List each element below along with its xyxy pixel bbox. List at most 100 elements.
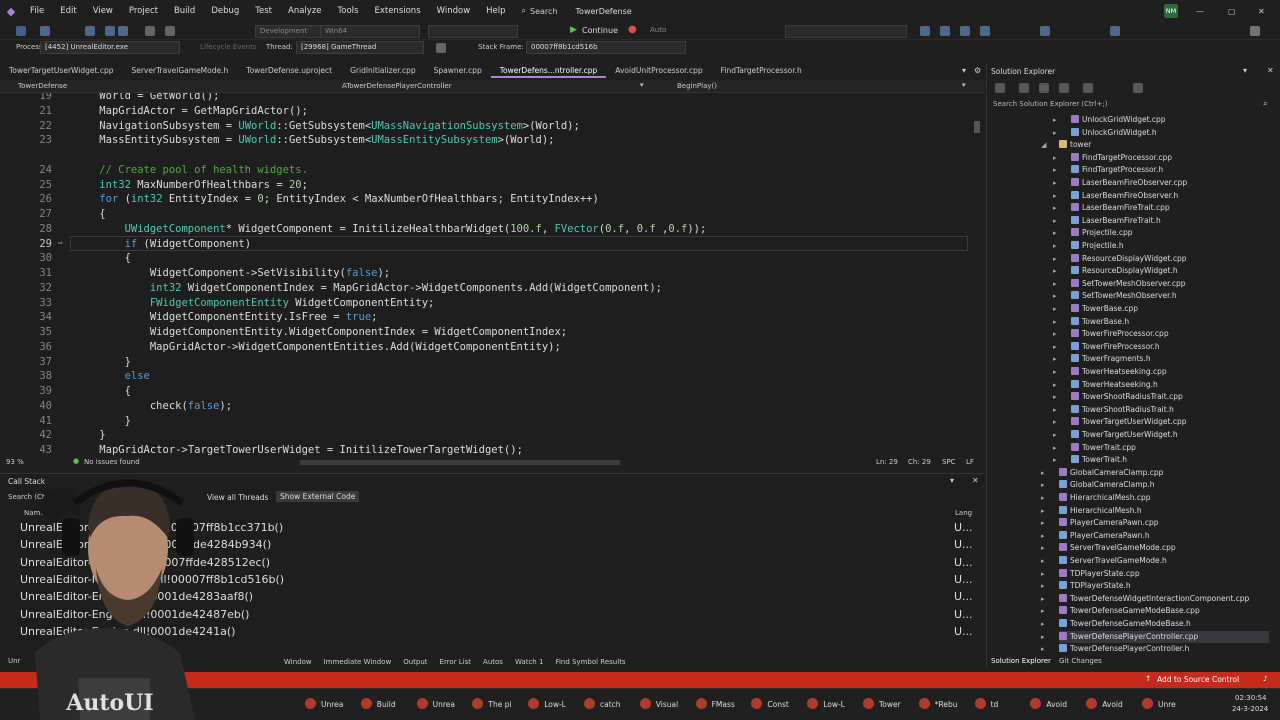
tree-item[interactable]: ▸ LaserBeamFireTrait.h — [1053, 215, 1161, 227]
taskbar-app[interactable]: Unrea — [305, 698, 343, 712]
panel-close-icon[interactable]: ✕ — [1267, 66, 1274, 75]
tree-item[interactable]: ▸ TowerDefenseGameModeBase.h — [1041, 618, 1191, 630]
expand-chevron-icon[interactable]: ▸ — [1041, 530, 1045, 542]
expand-chevron-icon[interactable]: ▸ — [1053, 278, 1057, 290]
code-line[interactable]: MapGridActor = GetMapGridActor(); — [74, 105, 308, 117]
code-line[interactable]: NavigationSubsystem = UWorld::GetSubsyst… — [74, 120, 580, 132]
document-tab[interactable]: AvoidUnitProcessor.cpp — [606, 64, 711, 78]
tree-item[interactable]: ▸ Projectile.h — [1053, 240, 1124, 252]
menu-window[interactable]: Window — [429, 0, 479, 22]
expand-chevron-icon[interactable]: ▸ — [1041, 568, 1045, 580]
save-icon[interactable] — [105, 26, 115, 36]
tree-item[interactable]: ▸ ServerTravelGameMode.h — [1041, 555, 1167, 567]
code-line[interactable]: } — [74, 429, 105, 441]
home-icon[interactable] — [1019, 83, 1029, 93]
document-tab[interactable]: TowerDefens...ntroller.cpp — [490, 64, 607, 78]
scope-dropdown-icon[interactable]: ▾ — [640, 81, 644, 89]
code-line[interactable]: int32 WidgetComponentIndex = MapGridActo… — [74, 282, 662, 294]
tree-item[interactable]: ▸ LaserBeamFireObserver.cpp — [1053, 177, 1187, 189]
tool-tab[interactable]: Error List — [434, 658, 478, 666]
process-select[interactable]: [4452] UnrealEditor.exe — [40, 41, 180, 54]
taskbar-app[interactable]: The pi — [472, 698, 512, 712]
breakpoint-marker-icon[interactable]: ⇨ — [58, 238, 67, 247]
step-into-icon[interactable] — [940, 26, 950, 36]
auto-select[interactable]: Auto — [650, 26, 700, 34]
code-line[interactable]: WidgetComponent->SetVisibility(false); — [74, 267, 390, 279]
taskbar-app[interactable]: FMass — [695, 698, 735, 712]
tree-item[interactable]: ▸ TowerDefenseWidgetInteractionComponent.… — [1041, 593, 1249, 605]
add-source-control-button[interactable]: Add to Source Control — [1157, 675, 1239, 684]
expand-chevron-icon[interactable]: ▸ — [1041, 479, 1045, 491]
code-line[interactable]: { — [74, 208, 105, 220]
expand-chevron-icon[interactable]: ▸ — [1053, 215, 1057, 227]
tree-item[interactable]: ▸ TowerTrait.cpp — [1053, 442, 1136, 454]
expand-chevron-icon[interactable]: ▸ — [1041, 643, 1045, 654]
tree-item[interactable]: ▸ TowerFireProcessor.cpp — [1053, 328, 1169, 340]
tool-tab[interactable]: Autos — [477, 658, 509, 666]
step-out-icon[interactable] — [980, 26, 990, 36]
expand-chevron-icon[interactable]: ▸ — [1053, 127, 1057, 139]
thread-select[interactable]: [29968] GameThread — [296, 41, 424, 54]
expand-chevron-icon[interactable]: ▸ — [1041, 580, 1045, 592]
tab-git-changes[interactable]: Git Changes — [1059, 657, 1102, 665]
member-dropdown-icon[interactable]: ▾ — [962, 81, 966, 89]
member-scope-select[interactable]: BeginPlay() — [677, 82, 717, 90]
expand-chevron-icon[interactable]: ▸ — [1053, 202, 1057, 214]
expand-chevron-icon[interactable]: ▸ — [1053, 190, 1057, 202]
tree-item[interactable]: ▸ HierarchicalMesh.h — [1041, 505, 1142, 517]
tree-item[interactable]: ▸ TowerTrait.h — [1053, 454, 1127, 466]
tree-item[interactable]: ▸ LaserBeamFireObserver.h — [1053, 190, 1178, 202]
hot-reload-icon[interactable]: ● — [628, 24, 637, 35]
tree-item[interactable]: ▸ TowerShootRadiusTrait.cpp — [1053, 391, 1183, 403]
expand-chevron-icon[interactable]: ▸ — [1053, 391, 1057, 403]
bell-icon[interactable]: ♪ — [1263, 674, 1268, 683]
code-line[interactable]: } — [74, 356, 131, 368]
tools-icon[interactable] — [1040, 26, 1050, 36]
tree-item[interactable]: ▸ ResourceDisplayWidget.cpp — [1053, 253, 1186, 265]
taskbar-app[interactable]: Build — [360, 698, 396, 712]
tree-item[interactable]: ▸ GlobalCameraClamp.h — [1041, 479, 1154, 491]
tree-item[interactable]: ▸ TowerShootRadiusTrait.h — [1053, 404, 1174, 416]
tree-item[interactable]: ▸ TowerTargetUserWidget.h — [1053, 429, 1178, 441]
code-line[interactable]: WidgetComponentEntity.IsFree = true; — [74, 311, 378, 323]
expand-chevron-icon[interactable]: ▸ — [1053, 404, 1057, 416]
code-line[interactable]: } — [74, 415, 131, 427]
flag-thread-icon[interactable] — [436, 43, 446, 53]
panel-pin-icon[interactable]: ▾ — [950, 476, 954, 485]
expand-chevron-icon[interactable]: ▸ — [1041, 555, 1045, 567]
solution-config-combo[interactable] — [785, 25, 907, 38]
code-line[interactable]: else — [74, 370, 150, 382]
whitespace-mode[interactable]: SPC — [942, 458, 956, 466]
expand-chevron-icon[interactable]: ▸ — [1053, 328, 1057, 340]
expand-chevron-icon[interactable]: ▸ — [1041, 631, 1045, 643]
tool-tab[interactable]: Find Symbol Results — [549, 658, 631, 666]
show-external-code-button[interactable]: Show External Code — [276, 491, 360, 502]
expand-chevron-icon[interactable]: ◢ — [1041, 139, 1046, 151]
tree-item[interactable]: ▸ ServerTravelGameMode.cpp — [1041, 542, 1176, 554]
code-line[interactable]: { — [74, 385, 131, 397]
document-tab[interactable]: ServerTravelGameMode.h — [122, 64, 237, 78]
tree-item[interactable]: ▸ Projectile.cpp — [1053, 227, 1132, 239]
undo-icon[interactable] — [145, 26, 155, 36]
source-control-icon[interactable]: ↑ — [1145, 674, 1151, 683]
menu-debug[interactable]: Debug — [203, 0, 247, 22]
menu-view[interactable]: View — [85, 0, 121, 22]
collapse-all-icon[interactable] — [1083, 83, 1093, 93]
user-avatar[interactable]: NM — [1164, 4, 1178, 18]
menu-file[interactable]: File — [22, 0, 52, 22]
code-line[interactable]: check(false); — [74, 400, 232, 412]
code-editor[interactable]: 19 World = GetWorld(); 21 MapGridActor = … — [0, 93, 985, 456]
menu-project[interactable]: Project — [121, 0, 166, 22]
sync-icon[interactable] — [1039, 83, 1049, 93]
solution-search-input[interactable]: Search Solution Explorer (Ctrl+;) — [993, 100, 1108, 108]
menu-help[interactable]: Help — [478, 0, 513, 22]
expand-chevron-icon[interactable]: ▸ — [1053, 240, 1057, 252]
expand-chevron-icon[interactable]: ▸ — [1053, 442, 1057, 454]
expand-chevron-icon[interactable]: ▸ — [1053, 454, 1057, 466]
expand-chevron-icon[interactable]: ▸ — [1041, 517, 1045, 529]
tree-item[interactable]: ▸ PlayerCameraPawn.cpp — [1041, 517, 1158, 529]
tree-item[interactable]: ▸ TowerTargetUserWidget.cpp — [1053, 416, 1186, 428]
code-line[interactable]: UWidgetComponent* WidgetComponent = Init… — [74, 223, 707, 235]
tree-item[interactable]: ◢ tower — [1041, 139, 1091, 151]
tab-overflow-icon[interactable]: ▾ — [962, 66, 966, 75]
